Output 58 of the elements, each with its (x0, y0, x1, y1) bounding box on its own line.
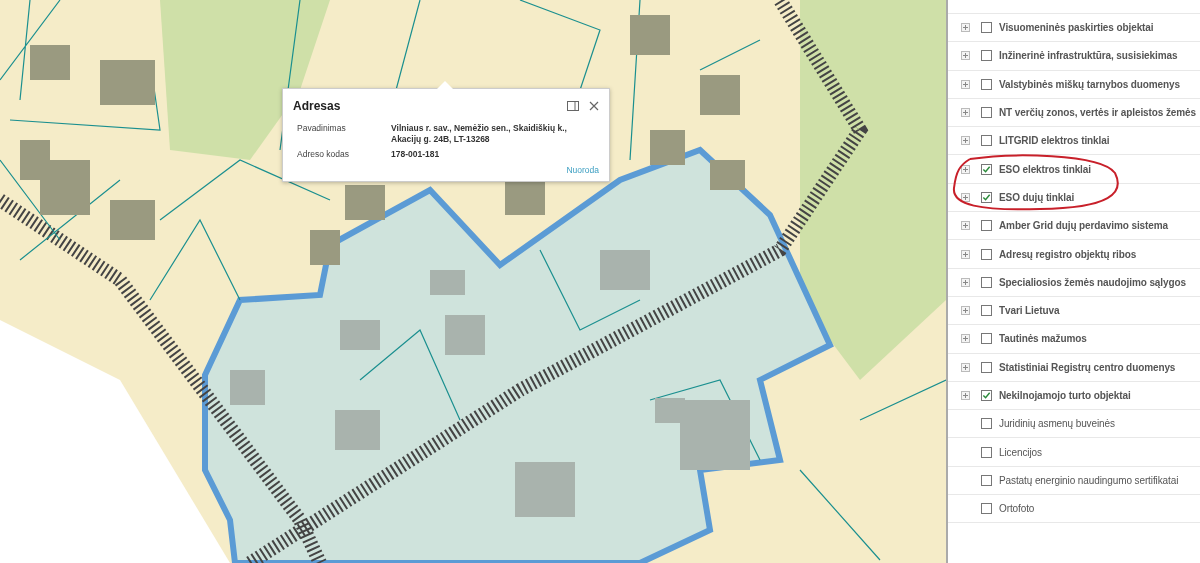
layer-label: NT verčių zonos, vertės ir apleistos žemės (999, 107, 1196, 119)
layer-label: Tautinės mažumos (999, 333, 1087, 345)
layer-label: ESO elektros tinklai (999, 163, 1091, 175)
layer-label: Nekilnojamojo turto objektai (999, 390, 1131, 401)
expand-icon[interactable] (961, 277, 970, 287)
popup-title: Adresas (293, 99, 342, 113)
checkbox[interactable] (981, 78, 992, 90)
checkbox[interactable] (981, 107, 992, 119)
layer-label: Ortofoto (999, 503, 1035, 515)
layer-label: Tvari Lietuva (999, 305, 1060, 317)
layer-label: ESO dujų tinklai (999, 191, 1075, 203)
expand-icon[interactable] (961, 108, 970, 118)
layer-label: Valstybinės miškų tarnybos duomenys (999, 78, 1180, 90)
expand-icon[interactable] (961, 23, 970, 33)
field-label: Adreso kodas (297, 149, 350, 160)
checkbox[interactable] (981, 22, 992, 34)
expand-icon[interactable] (961, 164, 970, 174)
expand-icon[interactable] (961, 136, 970, 146)
layer-label: Visuomeninės paskirties objektai (999, 22, 1154, 34)
layer-label: Specialiosios žemės naudojimo sąlygos (999, 276, 1186, 288)
checkbox[interactable] (981, 248, 992, 260)
layer-label: Pastatų energinio naudingumo sertifikatai (999, 474, 1179, 486)
layer-label: Juridinių asmenų buveinės (999, 418, 1115, 430)
expand-icon[interactable] (961, 192, 970, 202)
checkbox[interactable] (981, 446, 992, 458)
checkbox[interactable] (981, 163, 992, 175)
field-label: Pavadinimas (297, 123, 347, 135)
dock-panel-icon[interactable] (567, 101, 579, 111)
close-icon[interactable] (589, 101, 599, 111)
layer-label: LITGRID elektros tinklai (999, 135, 1110, 147)
checkbox[interactable] (981, 333, 992, 345)
layer-label: Licencijos (999, 446, 1042, 458)
field-value: 178-001-181 (391, 149, 441, 160)
checkbox[interactable] (981, 418, 992, 430)
checkbox[interactable] (981, 390, 992, 401)
expand-icon[interactable] (961, 391, 970, 400)
expand-icon[interactable] (961, 334, 970, 344)
layer-label: Statistiniai Registrų centro duomenys (999, 361, 1176, 373)
expand-icon[interactable] (961, 79, 970, 89)
checkbox[interactable] (981, 135, 992, 147)
field-value: Vilniaus r. sav., Nemėžio sen., Skaidiškių k., Akacijų g. 24B, LT-13268 (391, 123, 568, 145)
checkbox[interactable] (981, 191, 992, 203)
layer-label: Inžinerinė infrastruktūra, susisiekimas (999, 50, 1178, 62)
checkbox[interactable] (981, 276, 992, 288)
expand-icon[interactable] (961, 306, 970, 316)
checkbox[interactable] (981, 50, 992, 62)
link[interactable]: Nuoroda (566, 164, 599, 175)
checkbox[interactable] (981, 503, 992, 515)
checkbox[interactable] (981, 220, 992, 232)
expand-icon[interactable] (961, 51, 970, 61)
expand-icon[interactable] (961, 362, 970, 372)
checkbox[interactable] (981, 361, 992, 373)
checkbox[interactable] (981, 474, 992, 486)
checkbox[interactable] (981, 305, 992, 317)
expand-icon[interactable] (961, 221, 970, 231)
layer-label: Adresų registro objektų ribos (999, 248, 1137, 260)
expand-icon[interactable] (961, 249, 970, 259)
layer-label: Amber Grid dujų perdavimo sistema (999, 220, 1168, 232)
